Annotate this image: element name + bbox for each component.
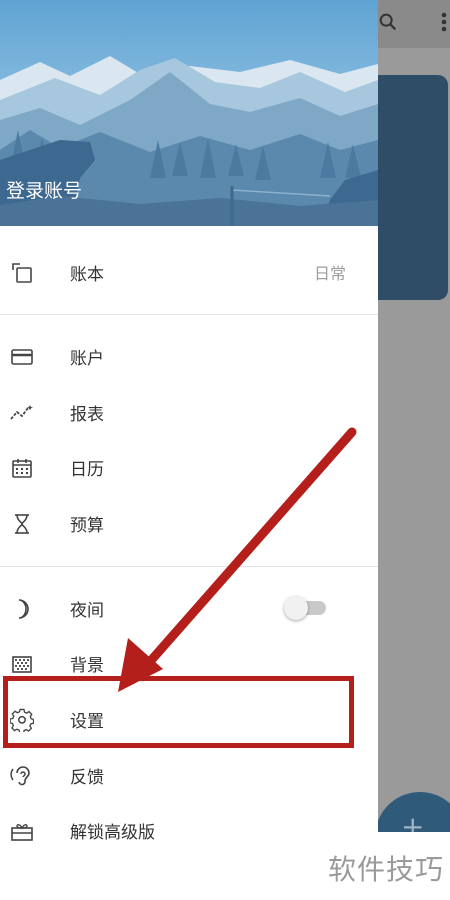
pointer-arrow-annotation [118,427,357,692]
